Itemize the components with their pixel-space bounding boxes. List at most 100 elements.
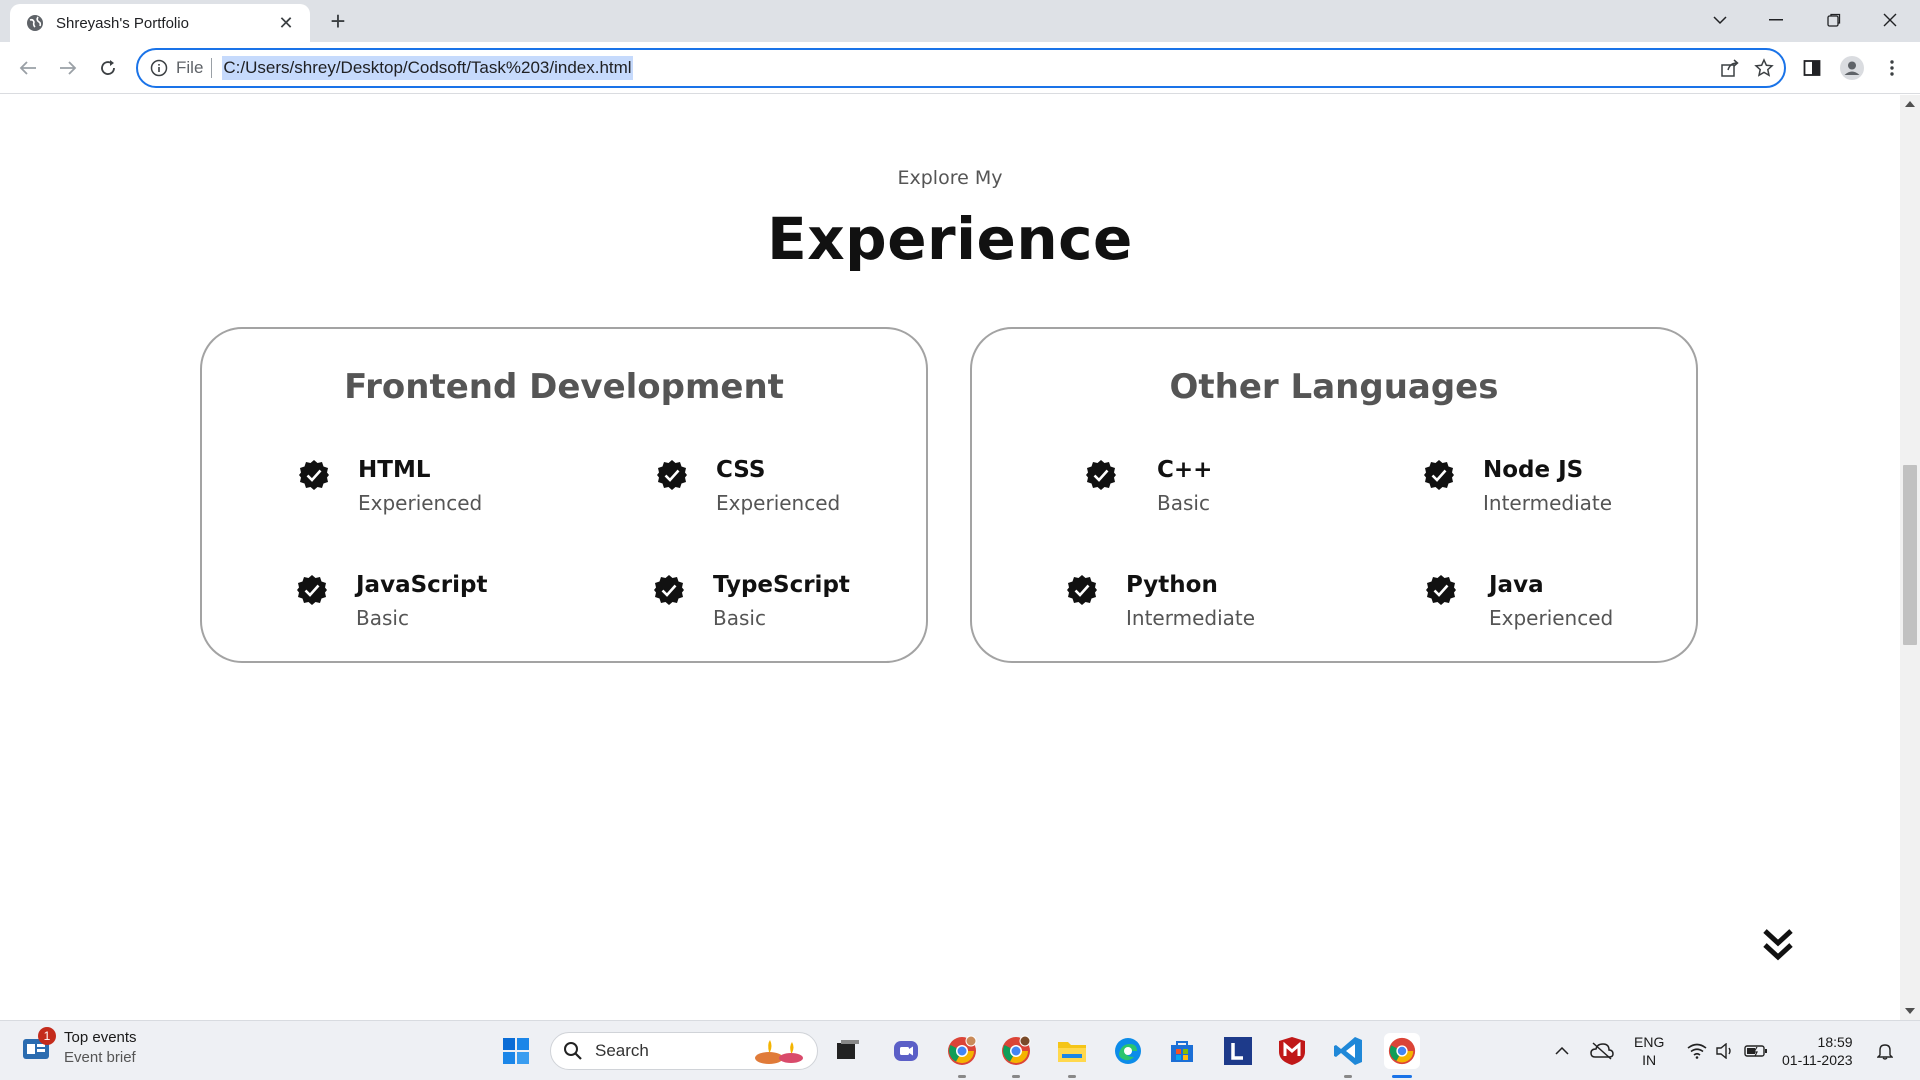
news-widget-icon: 1: [22, 1027, 56, 1065]
skill-item-nodejs: Node JS Intermediate: [1423, 457, 1612, 515]
skill-name: C++: [1157, 457, 1213, 483]
browser-toolbar: File C:/Users/shrey/Desktop/Codsoft/Task…: [0, 42, 1920, 94]
chrome-profile2-icon[interactable]: [998, 1033, 1034, 1069]
skill-level: Basic: [1157, 491, 1210, 515]
input-language-indicator[interactable]: ENG IN: [1634, 1033, 1664, 1069]
diwali-lamp-icon: [755, 1040, 803, 1064]
system-clock[interactable]: 18:59 01-11-2023: [1782, 1033, 1853, 1069]
skill-level: Experienced: [358, 491, 483, 515]
bookmark-star-icon[interactable]: [1754, 58, 1774, 83]
microsoft-store-icon[interactable]: [1164, 1033, 1200, 1069]
card-title: Other Languages: [1169, 367, 1499, 407]
skill-name: Java: [1489, 572, 1544, 598]
skill-name: Node JS: [1483, 457, 1584, 483]
scroll-up-arrow-icon[interactable]: [1900, 95, 1920, 113]
file-explorer-icon[interactable]: [1054, 1033, 1090, 1069]
skill-item-cpp: C++ Basic: [1085, 457, 1212, 515]
vertical-scrollbar[interactable]: [1900, 95, 1920, 1020]
share-icon[interactable]: [1720, 58, 1740, 83]
check-badge-icon: [297, 575, 327, 605]
skill-name: Python: [1126, 572, 1218, 598]
skill-name: CSS: [716, 457, 766, 483]
taskbar-search[interactable]: Search: [550, 1032, 818, 1070]
running-indicator: [1344, 1075, 1352, 1078]
language-code: ENG: [1634, 1034, 1665, 1050]
other-languages-card: Other Languages C++ Basic Node JS Interm…: [970, 327, 1698, 663]
running-indicator: [1012, 1075, 1020, 1078]
skill-level: Intermediate: [1483, 491, 1613, 515]
check-badge-icon: [654, 575, 684, 605]
chrome-active-icon[interactable]: [1384, 1033, 1420, 1069]
globe-icon: [26, 14, 44, 32]
double-chevron-down-icon[interactable]: [1762, 927, 1794, 963]
tab-search-icon[interactable]: [1692, 0, 1748, 40]
profile-avatar-icon[interactable]: [1836, 52, 1868, 84]
browser-tab-strip: Shreyash's Portfolio ✕ +: [0, 0, 1920, 42]
minimize-icon[interactable]: [1748, 0, 1804, 40]
clock-time: 18:59: [1817, 1034, 1853, 1050]
address-divider: [211, 58, 213, 78]
check-badge-icon: [657, 460, 687, 490]
running-indicator: [1068, 1075, 1076, 1078]
skill-name: JavaScript: [356, 572, 488, 598]
chrome-profile1-icon[interactable]: [944, 1033, 980, 1069]
browser-tab[interactable]: Shreyash's Portfolio ✕: [10, 4, 310, 42]
skill-name: TypeScript: [713, 572, 850, 598]
lenovo-vantage-icon[interactable]: [1220, 1033, 1256, 1069]
region-code: IN: [1642, 1052, 1657, 1068]
frontend-card: Frontend Development HTML Experienced CS…: [200, 327, 928, 663]
edge-browser-icon[interactable]: [1110, 1033, 1146, 1069]
skill-level: Basic: [713, 606, 766, 630]
address-bar[interactable]: File C:/Users/shrey/Desktop/Codsoft/Task…: [136, 48, 1786, 88]
battery-charging-icon[interactable]: [1742, 1021, 1770, 1080]
address-scheme-label: File: [176, 58, 204, 77]
onedrive-offline-icon[interactable]: [1588, 1021, 1616, 1080]
skill-item-typescript: TypeScript Basic: [653, 572, 850, 630]
clock-date: 01-11-2023: [1782, 1052, 1853, 1068]
address-url[interactable]: C:/Users/shrey/Desktop/Codsoft/Task%203/…: [222, 56, 633, 80]
check-badge-icon: [299, 460, 329, 490]
scrollbar-thumb[interactable]: [1903, 465, 1917, 645]
widgets-button[interactable]: 1 Top events Event brief: [22, 1027, 137, 1066]
menu-kebab-icon[interactable]: [1876, 52, 1908, 84]
section-subtitle: Explore My: [897, 167, 1003, 189]
close-tab-icon[interactable]: ✕: [276, 13, 296, 34]
forward-arrow-icon[interactable]: [52, 52, 84, 84]
restore-icon[interactable]: [1806, 0, 1862, 40]
scroll-down-arrow-icon[interactable]: [1900, 1002, 1920, 1020]
close-window-icon[interactable]: [1862, 0, 1918, 40]
windows-start-icon[interactable]: [498, 1033, 534, 1069]
task-view-icon[interactable]: [830, 1033, 866, 1069]
vscode-icon[interactable]: [1330, 1033, 1366, 1069]
new-tab-button[interactable]: +: [322, 6, 354, 38]
page-content: Explore My Experience Frontend Developme…: [0, 95, 1900, 1020]
volume-icon[interactable]: [1712, 1021, 1738, 1080]
search-placeholder: Search: [595, 1041, 649, 1060]
notification-bell-icon[interactable]: [1872, 1021, 1898, 1080]
widget-subtitle: Event brief: [64, 1049, 136, 1066]
active-indicator: [1392, 1075, 1412, 1078]
skill-name: HTML: [358, 457, 431, 483]
info-icon[interactable]: [150, 59, 168, 77]
tab-title: Shreyash's Portfolio: [56, 14, 189, 32]
back-arrow-icon[interactable]: [12, 52, 44, 84]
side-panel-icon[interactable]: [1796, 52, 1828, 84]
teams-chat-icon[interactable]: [888, 1033, 924, 1069]
card-title: Frontend Development: [344, 367, 784, 407]
skill-item-java: Java Experienced: [1425, 572, 1613, 630]
skill-item-javascript: JavaScript Basic: [296, 572, 487, 630]
skill-item-css: CSS Experienced: [656, 457, 840, 515]
check-badge-icon: [1067, 575, 1097, 605]
skill-level: Experienced: [716, 491, 841, 515]
running-indicator: [958, 1075, 966, 1078]
windows-taskbar: 1 Top events Event brief Search ENG IN 1…: [0, 1020, 1920, 1080]
search-icon: [564, 1042, 582, 1060]
widget-title: Top events: [64, 1029, 137, 1046]
reload-icon[interactable]: [92, 52, 124, 84]
skill-level: Experienced: [1489, 606, 1614, 630]
wifi-icon[interactable]: [1684, 1021, 1710, 1080]
show-hidden-icons-chevron-icon[interactable]: [1550, 1021, 1574, 1080]
mcafee-icon[interactable]: [1274, 1033, 1310, 1069]
check-badge-icon: [1426, 575, 1456, 605]
check-badge-icon: [1086, 460, 1116, 490]
